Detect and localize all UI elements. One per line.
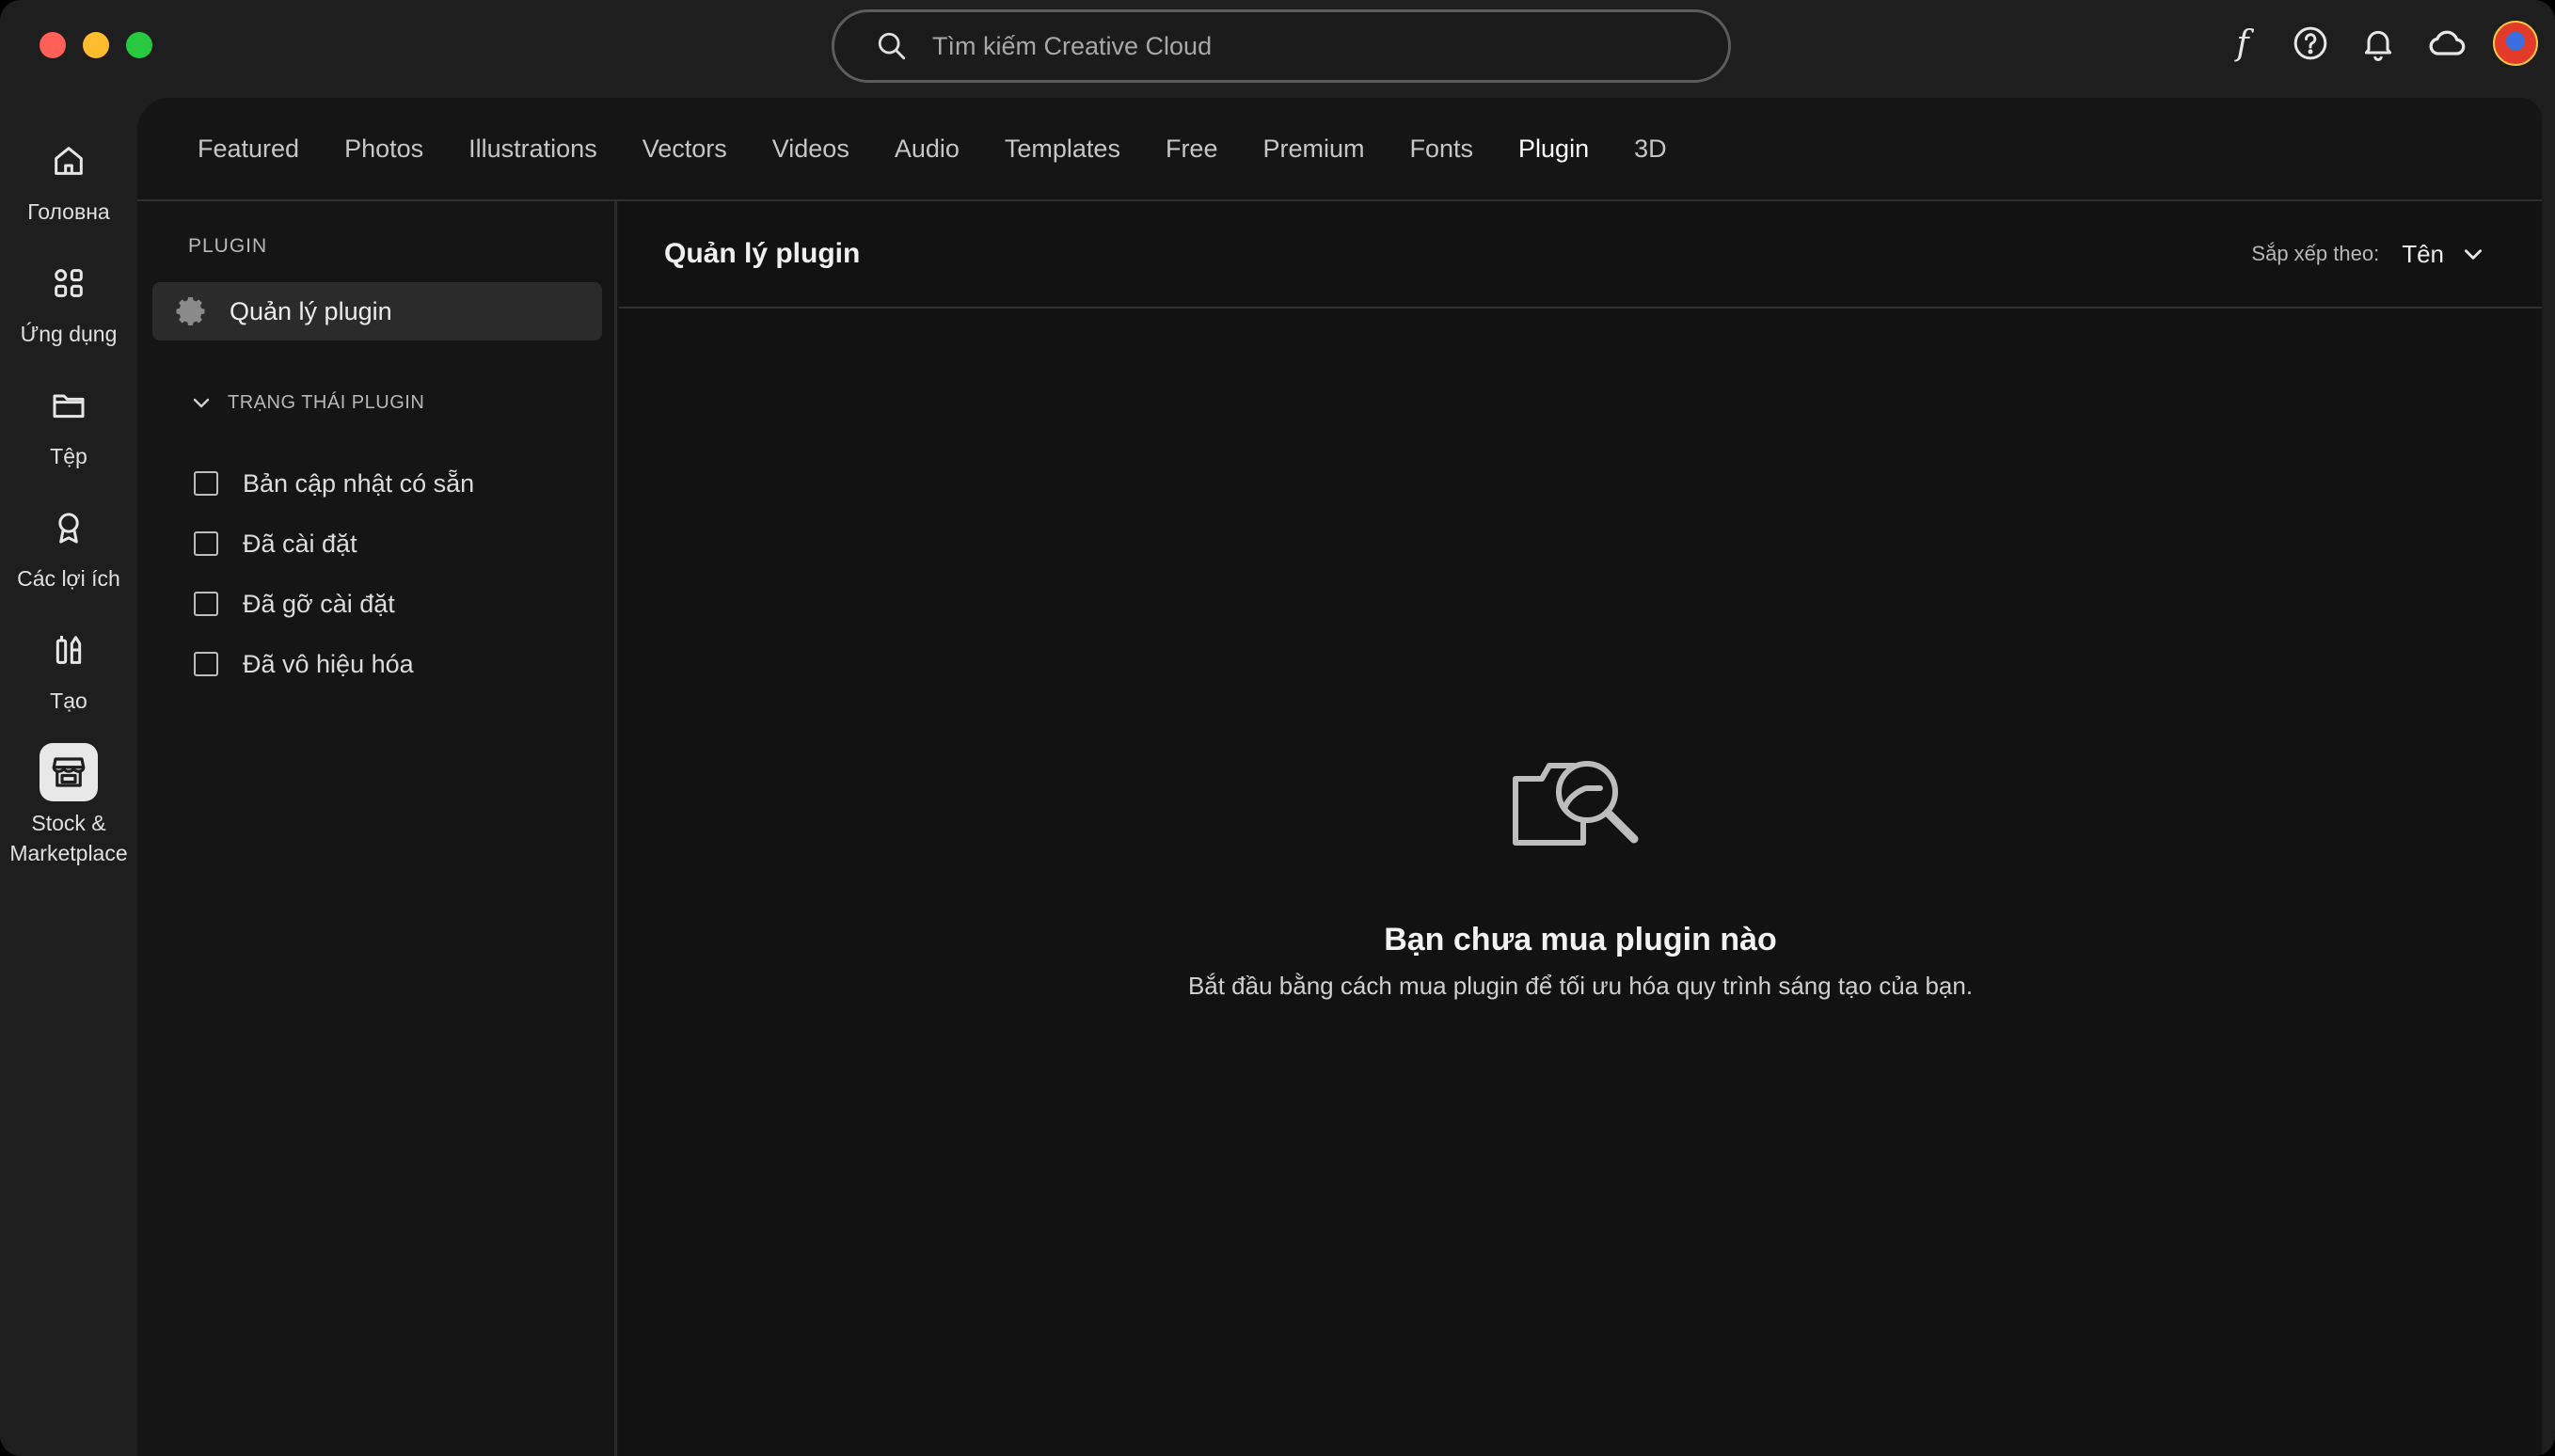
empty-state: Bạn chưa mua plugin nào Bắt đầu bằng các…: [619, 922, 2542, 1001]
checkbox-installed[interactable]: Đã cài đặt: [194, 514, 474, 574]
rail-item-home[interactable]: Головна: [0, 132, 137, 228]
page-title: Quản lý plugin: [664, 238, 861, 269]
content-header: Quản lý plugin Sắp xếp theo: Tên: [619, 201, 2542, 309]
checkbox-box[interactable]: [194, 592, 218, 616]
chevron-down-icon[interactable]: [2461, 242, 2485, 266]
plugin-status-toggle[interactable]: TRẠNG THÁI PLUGIN: [190, 391, 424, 414]
rail-item-benefits[interactable]: Các lợi ích: [0, 499, 137, 594]
rail-item-apps[interactable]: Ứng dụng: [0, 254, 137, 350]
checkbox-disabled[interactable]: Đã vô hiệu hóa: [194, 634, 474, 694]
award-ribbon-icon: [40, 499, 98, 557]
notifications-bell-icon[interactable]: [2357, 23, 2399, 64]
tab-featured[interactable]: Featured: [198, 135, 299, 164]
stock-marketplace-store-icon: [40, 743, 98, 801]
category-tabs: Featured Photos Illustrations Vectors Vi…: [137, 98, 2542, 201]
main-panel: Featured Photos Illustrations Vectors Vi…: [137, 98, 2542, 1456]
filters-heading: PLUGIN: [188, 235, 268, 257]
rail-item-label: Tệp: [50, 444, 87, 468]
tab-videos[interactable]: Videos: [772, 135, 849, 164]
tab-free[interactable]: Free: [1166, 135, 1218, 164]
zoom-window-button[interactable]: [126, 32, 152, 58]
sort-control[interactable]: Sắp xếp theo: Tên: [2251, 240, 2485, 269]
rail-item-stock-marketplace[interactable]: Stock & Marketplace: [0, 743, 137, 869]
sort-value[interactable]: Tên: [2402, 240, 2444, 269]
folder-icon: [40, 376, 98, 435]
rail-item-create[interactable]: Tạo: [0, 621, 137, 717]
rail-item-label: Tạo: [50, 688, 87, 713]
checkbox-box[interactable]: [194, 471, 218, 496]
tab-templates[interactable]: Templates: [1005, 135, 1120, 164]
checkbox-box[interactable]: [194, 531, 218, 556]
tab-photos[interactable]: Photos: [344, 135, 423, 164]
top-toolbar: f: [2222, 21, 2538, 66]
checkbox-label: Đã cài đặt: [243, 529, 357, 558]
left-nav-rail: Головна Ứng dụng Tệp Các lợi ích Tạo Sto…: [0, 132, 137, 895]
plugin-status-options: Bản cập nhật có sẵn Đã cài đặt Đã gỡ cài…: [194, 453, 474, 694]
checkbox-label: Bản cập nhật có sẵn: [243, 468, 475, 498]
empty-state-title: Bạn chưa mua plugin nào: [1384, 922, 1777, 957]
rail-item-files[interactable]: Tệp: [0, 376, 137, 472]
search-icon: [878, 32, 906, 60]
app-window: f Головна Ứng dụng Tệp: [0, 0, 2555, 1456]
empty-state-icon-wrap: [619, 747, 2542, 860]
checkbox-label: Đã vô hiệu hóa: [243, 649, 414, 678]
plugin-search-icon: [1513, 761, 1639, 846]
tab-premium[interactable]: Premium: [1262, 135, 1364, 164]
tab-illustrations[interactable]: Illustrations: [468, 135, 597, 164]
close-window-button[interactable]: [40, 32, 66, 58]
checkbox-uninstalled[interactable]: Đã gỡ cài đặt: [194, 574, 474, 634]
chevron-down-icon: [193, 398, 210, 408]
plugin-status-heading: TRẠNG THÁI PLUGIN: [228, 391, 425, 413]
tab-vectors[interactable]: Vectors: [643, 135, 727, 164]
window-controls: [40, 32, 152, 58]
rail-item-label: Marketplace: [9, 841, 128, 865]
rail-item-label: Các lợi ích: [17, 566, 120, 591]
home-icon: [40, 132, 98, 190]
gear-icon: [176, 297, 205, 325]
manage-plugins-item[interactable]: Quản lý plugin: [152, 282, 602, 340]
checkbox-label: Đã gỡ cài đặt: [243, 589, 395, 618]
rail-item-label: Головна: [27, 199, 110, 224]
tab-audio[interactable]: Audio: [895, 135, 960, 164]
rail-item-label: Ứng dụng: [20, 322, 118, 346]
create-tools-icon: [40, 621, 98, 679]
search-input[interactable]: [932, 31, 1647, 61]
tab-fonts[interactable]: Fonts: [1410, 135, 1474, 164]
cloud-icon[interactable]: [2425, 23, 2467, 64]
checkbox-updates-available[interactable]: Bản cập nhật có sẵn: [194, 453, 474, 514]
content-area: Quản lý plugin Sắp xếp theo: Tên Bạn chư…: [619, 201, 2542, 1456]
tab-plugin[interactable]: Plugin: [1518, 135, 1589, 164]
checkbox-box[interactable]: [194, 652, 218, 676]
tab-3d[interactable]: 3D: [1634, 135, 1667, 164]
fonts-icon[interactable]: f: [2222, 23, 2263, 64]
minimize-window-button[interactable]: [83, 32, 109, 58]
search-bar[interactable]: [832, 9, 1731, 83]
filters-sidebar: PLUGIN Quản lý plugin TRẠNG THÁI PLUGIN …: [137, 201, 617, 1456]
sort-label: Sắp xếp theo:: [2251, 242, 2380, 265]
user-avatar[interactable]: [2493, 21, 2538, 66]
apps-grid-icon: [40, 254, 98, 312]
rail-item-label: Stock &: [31, 811, 106, 835]
empty-state-subtitle: Bắt đầu bằng cách mua plugin để tối ưu h…: [1187, 972, 1974, 1000]
help-icon[interactable]: [2290, 23, 2331, 64]
manage-plugins-label: Quản lý plugin: [230, 296, 392, 325]
